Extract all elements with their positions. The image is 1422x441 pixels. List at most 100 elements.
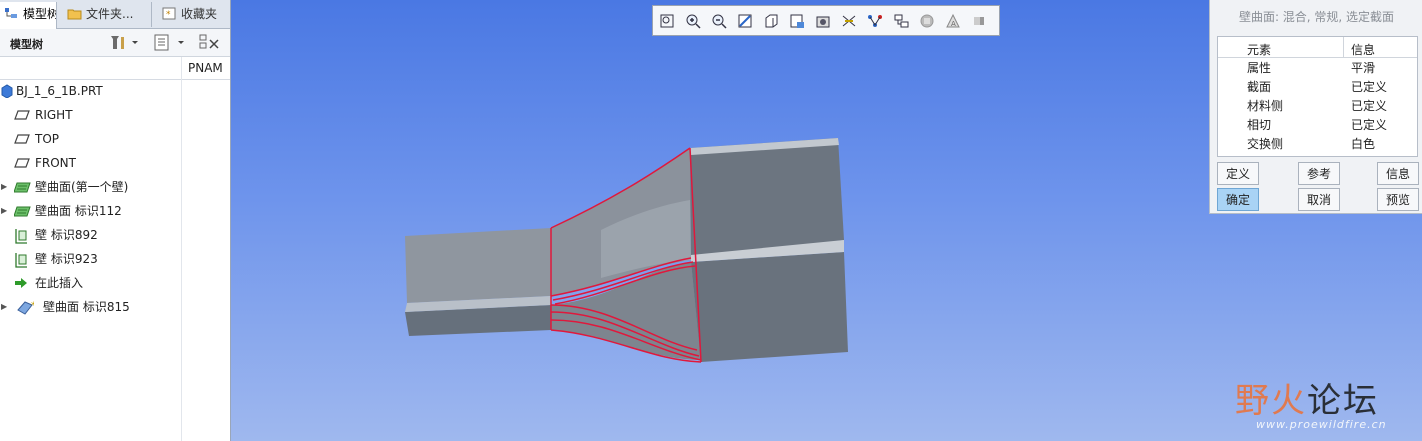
tree-column-header: PNAM bbox=[0, 57, 230, 80]
svg-text:A: A bbox=[951, 20, 956, 28]
column-divider bbox=[181, 57, 182, 441]
tree-item[interactable]: 在此插入 bbox=[0, 273, 181, 293]
tree-item[interactable]: ▶ 壁曲面 标识112 bbox=[0, 201, 181, 221]
view-toolbar: A bbox=[652, 5, 1000, 36]
datum-axes-icon[interactable] bbox=[867, 13, 883, 29]
header-divider bbox=[1343, 37, 1344, 57]
tree-item[interactable]: 壁 标识892 bbox=[0, 225, 181, 245]
tree-item[interactable]: TOP bbox=[0, 129, 181, 149]
tree-item-label: TOP bbox=[35, 132, 60, 146]
element-cell: 相切 bbox=[1247, 118, 1272, 132]
left-duct-top bbox=[405, 228, 551, 303]
tree-item-label: 壁曲面(第一个壁) bbox=[35, 180, 129, 194]
info-button[interactable]: 信息 bbox=[1377, 162, 1419, 185]
right-duct-upper bbox=[690, 138, 844, 260]
watermark-url: www.proewildfire.cn bbox=[1256, 418, 1387, 431]
info-cell: 白色 bbox=[1351, 137, 1376, 151]
table-row[interactable]: 属性 平滑 bbox=[1218, 59, 1417, 78]
column-pname[interactable]: PNAM bbox=[188, 61, 223, 75]
part-icon bbox=[0, 84, 16, 99]
expand-arrow-icon[interactable]: ▶ bbox=[1, 297, 7, 317]
table-row[interactable]: 交换侧 白色 bbox=[1218, 135, 1417, 154]
tree-item-label: RIGHT bbox=[35, 108, 73, 122]
tab-favorites[interactable]: * 收藏夹 bbox=[152, 2, 230, 27]
element-cell: 材料侧 bbox=[1247, 99, 1284, 113]
column-info: 信息 bbox=[1351, 43, 1376, 57]
svg-text:*: * bbox=[166, 10, 171, 20]
element-table: 元素 信息 属性 平滑 截面 已定义 材料侧 已定义 相切 已定义 交换侧 白色 bbox=[1217, 36, 1418, 157]
tree-item-label: 壁曲面 标识815 bbox=[43, 300, 130, 314]
table-header: 元素 信息 bbox=[1218, 37, 1417, 58]
datum-plane-icon bbox=[14, 156, 30, 170]
watermark-logo: 野火论坛 bbox=[1235, 373, 1379, 422]
tree-item[interactable]: BJ_1_6_1B.PRT bbox=[0, 81, 181, 101]
insert-here-arrow-icon bbox=[14, 276, 30, 290]
tree-item-label: 在此插入 bbox=[35, 276, 84, 290]
info-cell: 已定义 bbox=[1351, 99, 1388, 113]
wall-surface-dialog: 壁曲面: 混合, 常规, 选定截面 元素 信息 属性 平滑 截面 已定义 材料侧 已定义相… bbox=[1209, 0, 1422, 214]
folder-icon bbox=[67, 4, 82, 20]
tree-icon bbox=[4, 4, 19, 18]
show-list-icon[interactable] bbox=[153, 33, 187, 52]
settings-tools-icon[interactable] bbox=[108, 33, 138, 52]
info-cell: 已定义 bbox=[1351, 118, 1388, 132]
cancel-button[interactable]: 取消 bbox=[1298, 188, 1340, 211]
filter-items-icon[interactable] bbox=[198, 33, 222, 52]
table-row[interactable]: 相切 已定义 bbox=[1218, 116, 1417, 135]
tree-item[interactable]: RIGHT bbox=[0, 105, 181, 125]
tree-toolbar: 模型树 bbox=[0, 29, 230, 57]
refit-icon[interactable] bbox=[659, 13, 675, 29]
tree-item-label: 壁 标识892 bbox=[35, 228, 98, 242]
column-element: 元素 bbox=[1247, 43, 1272, 57]
element-cell: 属性 bbox=[1247, 61, 1272, 75]
watermark-text-dark: 论坛 bbox=[1307, 381, 1379, 421]
wall-surface-new-icon: * bbox=[14, 300, 36, 315]
repaint-icon[interactable] bbox=[737, 13, 753, 29]
table-row[interactable]: 材料侧 已定义 bbox=[1218, 97, 1417, 116]
datum-points-icon[interactable] bbox=[893, 13, 909, 29]
zoom-in-icon[interactable] bbox=[685, 13, 701, 29]
element-cell: 截面 bbox=[1247, 80, 1272, 94]
tab-folder-browser[interactable]: 文件夹... bbox=[57, 2, 152, 27]
dialog-title: 壁曲面: 混合, 常规, 选定截面 bbox=[1238, 10, 1395, 24]
panel-tabs: 模型树 文件夹... * 收藏夹 bbox=[0, 0, 230, 29]
expand-arrow-icon[interactable]: ▶ bbox=[1, 177, 7, 197]
refs-button[interactable]: 参考 bbox=[1298, 162, 1340, 185]
tree-item[interactable]: 壁 标识923 bbox=[0, 249, 181, 269]
tab-label: 收藏夹 bbox=[181, 7, 218, 21]
tab-model-tree[interactable]: 模型树 bbox=[0, 2, 57, 29]
zoom-out-icon[interactable] bbox=[711, 13, 727, 29]
tree-title: 模型树 bbox=[10, 38, 43, 51]
favorites-icon: * bbox=[162, 4, 177, 20]
wall-surface-icon bbox=[13, 204, 31, 218]
tab-label: 文件夹... bbox=[86, 7, 134, 21]
left-panel: 模型树 文件夹... * 收藏夹 模型树 PNAM BJ_1_6_1B.PRT R… bbox=[0, 0, 231, 441]
define-button[interactable]: 定义 bbox=[1217, 162, 1259, 185]
preview-button[interactable]: 预览 bbox=[1377, 188, 1419, 211]
info-cell: 已定义 bbox=[1351, 80, 1388, 94]
tree-item-label: FRONT bbox=[35, 156, 76, 170]
svg-text:*: * bbox=[31, 301, 34, 311]
wall-icon bbox=[14, 228, 30, 244]
tree-item[interactable]: ▶ 壁曲面(第一个壁) bbox=[0, 177, 181, 197]
saved-views-icon[interactable] bbox=[789, 13, 805, 29]
spin-center-icon[interactable] bbox=[971, 13, 987, 29]
coordinate-systems-icon[interactable] bbox=[919, 13, 935, 29]
display-style-icon[interactable] bbox=[763, 13, 779, 29]
info-cell: 平滑 bbox=[1351, 61, 1376, 75]
tree-item[interactable]: ▶ * 壁曲面 标识815 bbox=[0, 297, 181, 317]
annotations-icon[interactable]: A bbox=[945, 13, 961, 29]
tree-item-label: 壁曲面 标识112 bbox=[35, 204, 122, 218]
tree-item[interactable]: FRONT bbox=[0, 153, 181, 173]
datum-plane-icon bbox=[14, 108, 30, 122]
ok-button[interactable]: 确定 bbox=[1217, 188, 1259, 211]
datum-planes-icon[interactable] bbox=[841, 13, 857, 29]
watermark-text-red: 野火 bbox=[1235, 381, 1307, 421]
tree-item-label: BJ_1_6_1B.PRT bbox=[16, 84, 103, 98]
right-duct-lower bbox=[691, 252, 848, 362]
element-cell: 交换侧 bbox=[1247, 137, 1284, 151]
table-row[interactable]: 截面 已定义 bbox=[1218, 78, 1417, 97]
wall-icon bbox=[14, 252, 30, 268]
view-manager-icon[interactable] bbox=[815, 13, 831, 29]
expand-arrow-icon[interactable]: ▶ bbox=[1, 201, 7, 221]
